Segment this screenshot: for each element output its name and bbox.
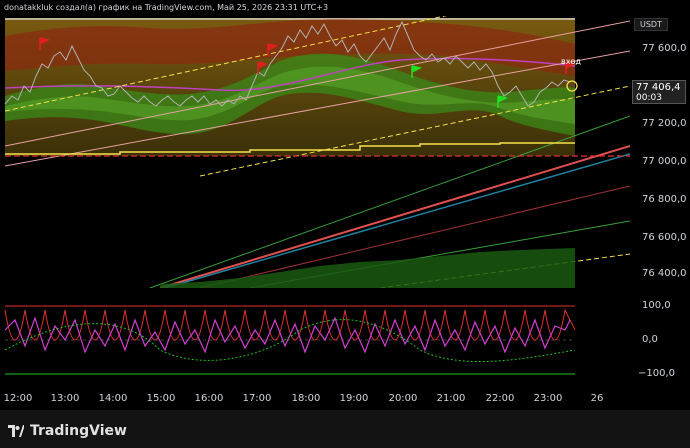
price-tick: 76 400,0 <box>642 268 687 279</box>
entry-label: вход <box>561 57 581 66</box>
osc-tick: 100,0 <box>642 300 671 311</box>
time-tick: 15:00 <box>146 393 176 404</box>
osc-tick: 0,0 <box>642 334 658 345</box>
time-tick: 13:00 <box>50 393 80 404</box>
bar-countdown: 00:03 <box>636 93 662 103</box>
price-tick: 77 600,0 <box>642 43 687 54</box>
time-tick: 21:00 <box>436 393 466 404</box>
main-chart[interactable] <box>0 16 630 288</box>
price-tick: 77 000,0 <box>642 156 687 167</box>
oscillator-panel[interactable] <box>0 290 630 386</box>
currency-label[interactable]: USDT <box>634 18 668 31</box>
price-tick: 77 200,0 <box>642 118 687 129</box>
price-axis[interactable]: 77 600,0 77 200,0 77 000,0 76 800,0 76 6… <box>630 16 690 386</box>
time-tick: 19:00 <box>339 393 369 404</box>
time-tick: 12:00 <box>3 393 33 404</box>
time-tick: 23:00 <box>533 393 563 404</box>
time-tick: 17:00 <box>242 393 272 404</box>
chart-title: donatakkluk создал(а) график на TradingV… <box>4 3 329 12</box>
footer: TradingView <box>0 410 690 448</box>
current-price: 77 406,4 <box>636 82 681 93</box>
brand-name: TradingView <box>30 423 127 439</box>
time-tick: 18:00 <box>291 393 321 404</box>
volume-area <box>160 248 575 288</box>
current-price-tag: 77 406,4 00:03 <box>632 80 686 104</box>
tradingview-icon <box>8 425 24 437</box>
osc-tick: −100,0 <box>638 368 676 379</box>
price-tick: 76 600,0 <box>642 232 687 243</box>
tradingview-logo[interactable]: TradingView <box>8 423 127 439</box>
time-tick: 20:00 <box>388 393 418 404</box>
time-tick: 14:00 <box>98 393 128 404</box>
header: donatakkluk создал(а) график на TradingV… <box>0 0 690 16</box>
time-tick: 26 <box>590 393 604 404</box>
time-axis[interactable]: 12:00 13:00 14:00 15:00 16:00 17:00 18:0… <box>0 388 630 408</box>
time-tick: 16:00 <box>194 393 224 404</box>
time-tick: 22:00 <box>485 393 515 404</box>
price-tick: 76 800,0 <box>642 194 687 205</box>
